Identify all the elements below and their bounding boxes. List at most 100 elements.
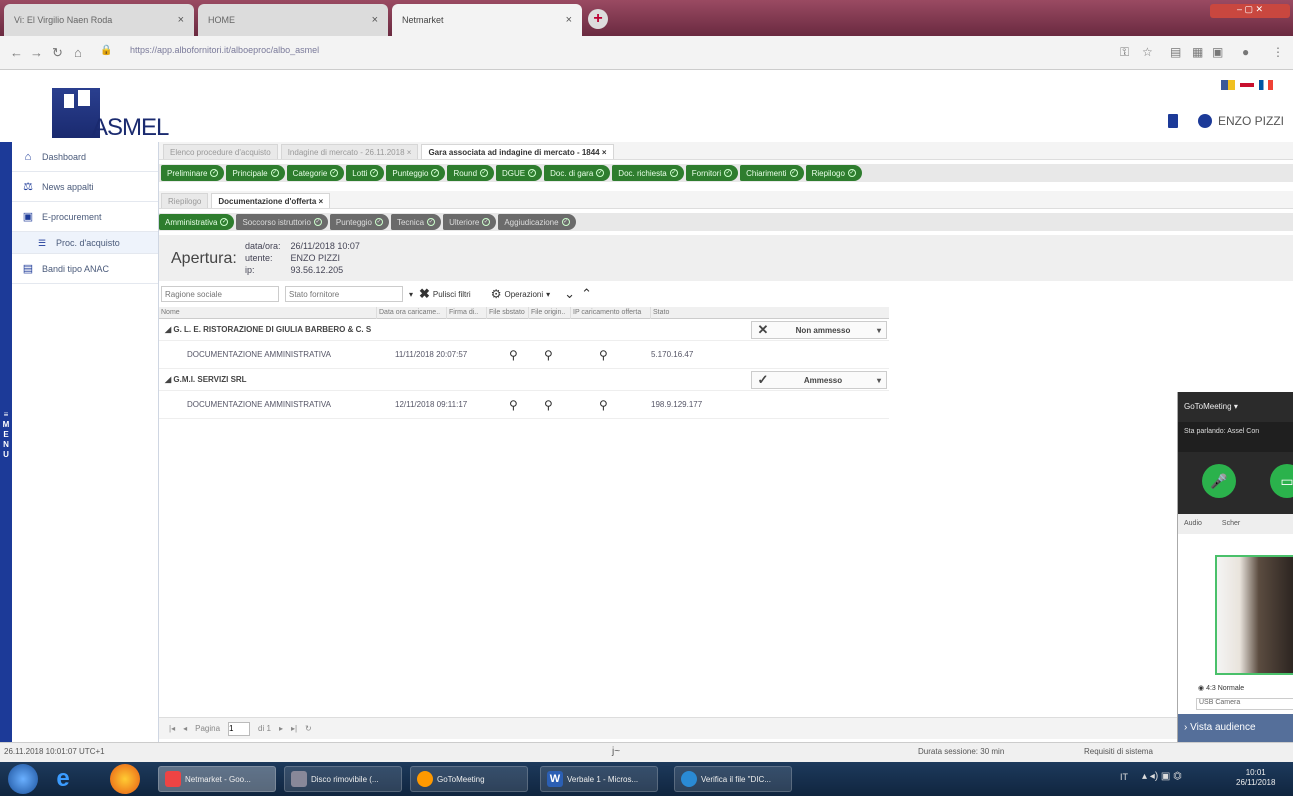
page-input[interactable]: [228, 721, 251, 736]
tab-elenco[interactable]: Elenco procedure d'acquisto: [163, 144, 278, 159]
column-header[interactable]: File origin..: [529, 306, 571, 319]
column-header[interactable]: File sbstato: [487, 306, 529, 319]
key-icon[interactable]: ⚿: [1120, 45, 1129, 60]
firefox-icon[interactable]: [110, 764, 140, 794]
browser-tab[interactable]: Vi: El Virgilio Naen Roda ×: [4, 4, 194, 36]
extension-icon[interactable]: ▣: [1212, 45, 1223, 59]
step-punteggio[interactable]: Punteggio ✓: [386, 165, 446, 181]
language-indicator[interactable]: IT: [1120, 772, 1128, 782]
menu-toggle[interactable]: ≡ M E N U: [0, 142, 12, 744]
audio-label[interactable]: Audio: [1184, 520, 1202, 528]
step-tecnica[interactable]: Tecnica ✓: [390, 214, 442, 230]
ie-icon[interactable]: e: [48, 764, 78, 794]
search-icon[interactable]: ⚲: [509, 398, 518, 412]
step-dgue[interactable]: DGUE ✓: [496, 165, 543, 181]
reload-icon[interactable]: ↻: [52, 45, 63, 61]
sidebar-item-news[interactable]: ⚖ News appalti: [12, 172, 158, 202]
back-icon[interactable]: ←: [10, 45, 23, 60]
refresh-icon[interactable]: ↻: [305, 724, 312, 733]
window-controls[interactable]: – ▢ ✕: [1210, 4, 1290, 18]
close-icon[interactable]: ×: [178, 14, 184, 26]
tab-indagine[interactable]: Indagine di mercato - 26.11.2018 ×: [280, 144, 419, 159]
dropdown-arrow-icon[interactable]: ▾: [409, 290, 413, 299]
pulisci-filtri-button[interactable]: ✖ Pulisci filtri: [419, 286, 471, 302]
vista-audience-button[interactable]: › Vista audience: [1178, 714, 1293, 742]
search-icon[interactable]: ⚲: [544, 398, 553, 412]
step-doc-di-gara[interactable]: Doc. di gara ✓: [544, 165, 611, 181]
column-header[interactable]: Firma di..: [447, 306, 487, 319]
collapse-all-icon[interactable]: ⌃: [581, 286, 592, 302]
next-page-icon[interactable]: ▸: [279, 724, 283, 733]
status-select[interactable]: ✕ Non ammesso ▾: [751, 321, 887, 339]
sidebar-item-proc-acquisto[interactable]: ☰ Proc. d'acquisto: [12, 232, 158, 254]
step-lotti[interactable]: Lotti ✓: [346, 165, 385, 181]
asmel-logo[interactable]: ASMEL: [52, 88, 169, 144]
close-icon[interactable]: ×: [407, 148, 412, 157]
status-select[interactable]: ✓ Ammesso ▾: [751, 371, 887, 389]
sidebar-item-bandi[interactable]: ▤ Bandi tipo ANAC: [12, 254, 158, 284]
search-icon[interactable]: ⚲: [599, 398, 608, 412]
prev-page-icon[interactable]: ◂: [183, 724, 187, 733]
taskbar-item[interactable]: Netmarket - Goo...: [158, 766, 276, 792]
step-riepilogo[interactable]: Riepilogo ✓: [805, 165, 862, 181]
system-requirements-link[interactable]: Requisiti di sistema: [1084, 747, 1153, 756]
table-row[interactable]: DOCUMENTAZIONE AMMINISTRATIVA 12/11/2018…: [159, 391, 889, 419]
taskbar-item[interactable]: GoToMeeting: [410, 766, 528, 792]
clock[interactable]: 10:01 26/11/2018: [1236, 768, 1275, 788]
tab-documentazione[interactable]: Documentazione d'offerta ×: [211, 193, 331, 208]
browser-tab[interactable]: HOME ×: [198, 4, 388, 36]
step-amministrativa[interactable]: Amministrativa ✓: [159, 214, 235, 230]
microphone-icon[interactable]: 🎤: [1202, 464, 1236, 498]
close-icon[interactable]: ×: [319, 197, 324, 206]
search-icon[interactable]: ⚲: [509, 348, 518, 362]
url-field[interactable]: https://app.albofornitori.it/alboeproc/a…: [130, 45, 319, 55]
step-chiarimenti[interactable]: Chiarimenti ✓: [740, 165, 804, 181]
document-icon[interactable]: [1168, 114, 1178, 128]
browser-tab-active[interactable]: Netmarket ×: [392, 4, 582, 36]
step-ulteriore[interactable]: Ulteriore ✓: [443, 214, 497, 230]
forward-icon[interactable]: →: [30, 45, 43, 60]
menu-icon[interactable]: ⋮: [1272, 45, 1284, 59]
search-icon[interactable]: ⚲: [544, 348, 553, 362]
step-punteggio[interactable]: Punteggio ✓: [329, 214, 389, 230]
step-round[interactable]: Round ✓: [447, 165, 495, 181]
taskbar-item[interactable]: W Verbale 1 - Micros...: [540, 766, 658, 792]
tray-icons[interactable]: ▴ ◂) ▣ ⏣: [1142, 771, 1182, 782]
tab-riepilogo[interactable]: Riepilogo: [161, 193, 209, 208]
first-page-icon[interactable]: |◂: [169, 724, 175, 733]
sidebar-item-eprocurement[interactable]: ▣ E-procurement: [12, 202, 158, 232]
account-icon[interactable]: ●: [1242, 45, 1249, 59]
table-row[interactable]: DOCUMENTAZIONE AMMINISTRATIVA 11/11/2018…: [159, 341, 889, 369]
column-header[interactable]: Nome: [159, 306, 377, 319]
step-categorie[interactable]: Categorie ✓: [286, 165, 345, 181]
ragione-sociale-filter[interactable]: [161, 286, 279, 302]
close-icon[interactable]: ×: [566, 14, 572, 26]
user-icon[interactable]: [1198, 114, 1212, 128]
collapse-icon[interactable]: ◢: [165, 325, 173, 334]
flag-icon[interactable]: [1221, 80, 1235, 90]
close-icon[interactable]: ×: [372, 14, 378, 26]
extension-icon[interactable]: ▤: [1170, 45, 1181, 59]
step-doc-richiesta[interactable]: Doc. richiesta ✓: [612, 165, 684, 181]
user-name[interactable]: ENZO PIZZI: [1218, 114, 1284, 128]
step-fornitori[interactable]: Fornitori ✓: [685, 165, 739, 181]
taskbar-item[interactable]: Disco rimovibile (...: [284, 766, 402, 792]
group-row[interactable]: ◢ G.M.I. SERVIZI SRL ✓ Ammesso ▾: [159, 369, 889, 391]
column-header[interactable]: IP caricamento offerta: [571, 306, 651, 319]
home-icon[interactable]: ⌂: [74, 45, 82, 60]
tab-gara[interactable]: Gara associata ad indagine di mercato - …: [421, 144, 614, 159]
start-button[interactable]: [8, 764, 38, 794]
screen-label[interactable]: Scher: [1222, 520, 1240, 528]
stato-fornitore-filter[interactable]: [285, 286, 403, 302]
camera-select[interactable]: USB Camera: [1196, 698, 1293, 710]
step-preliminare[interactable]: Preliminare ✓: [161, 165, 225, 181]
gtm-header[interactable]: GoToMeeting ▾: [1178, 392, 1293, 422]
new-tab-button[interactable]: +: [588, 9, 608, 29]
step-aggiudicazione[interactable]: Aggiudicazione ✓: [498, 214, 576, 230]
last-page-icon[interactable]: ▸|: [291, 724, 297, 733]
operazioni-button[interactable]: ⚙ Operazioni ▾: [491, 287, 550, 301]
column-header[interactable]: Data ora caricame..: [377, 306, 447, 319]
star-icon[interactable]: ☆: [1142, 45, 1153, 59]
search-icon[interactable]: ⚲: [599, 348, 608, 362]
close-icon[interactable]: ×: [602, 148, 607, 157]
